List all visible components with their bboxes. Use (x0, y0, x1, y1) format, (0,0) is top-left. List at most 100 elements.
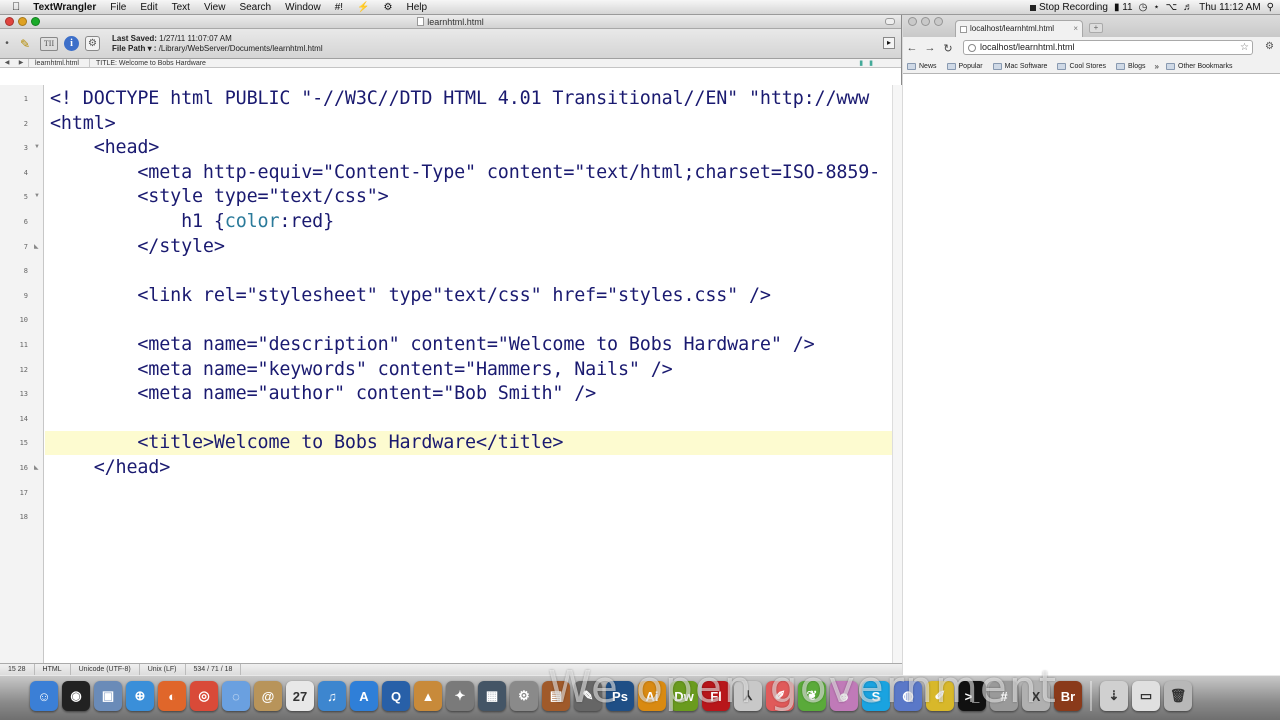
menu-gear-icon[interactable]: ⚙ (377, 0, 400, 15)
page-info-icon[interactable] (968, 44, 976, 52)
dock-dashboard-icon[interactable]: ◉ (62, 681, 90, 711)
cursor-position[interactable]: 15 28 (0, 664, 35, 675)
dock-trash-icon[interactable]: 🗑 (1164, 681, 1192, 711)
bookmarks-overflow-button[interactable]: » (1152, 62, 1162, 71)
code-line[interactable]: <link rel="stylesheet" type"text/css" hr… (50, 284, 771, 308)
wrench-menu-icon[interactable]: ⚙ (1265, 41, 1274, 52)
dock-downloads-icon[interactable]: ⇣ (1100, 681, 1128, 711)
dock-xcode-icon[interactable]: ✦ (446, 681, 474, 711)
battery-indicator[interactable]: ▮ 11 (1114, 2, 1133, 13)
new-tab-button[interactable]: + (1089, 23, 1103, 33)
fold-toggle-icon[interactable]: ◣ (34, 464, 39, 471)
zoom-button[interactable] (31, 17, 40, 26)
spotlight-icon[interactable]: ⚲ (1267, 2, 1274, 13)
menu-textwrangler[interactable]: TextWrangler (26, 0, 103, 15)
forward-arrow-icon[interactable]: → (921, 42, 939, 54)
dock-system-preferences-icon[interactable]: ⚙ (510, 681, 538, 711)
tab-close-icon[interactable]: × (1073, 21, 1078, 37)
timemachine-icon[interactable]: ◷ (1139, 2, 1148, 13)
browser-viewport[interactable] (903, 75, 1280, 675)
code-line[interactable]: <html> (50, 112, 116, 136)
minimize-button[interactable] (18, 17, 27, 26)
bookmark-news[interactable]: News (903, 62, 943, 70)
options-gear-icon[interactable]: ⚙ (85, 36, 100, 51)
counterpart-icon[interactable]: ▮ (859, 59, 863, 68)
line-number[interactable]: 8 (0, 267, 28, 275)
menu-shebang[interactable]: #! (328, 0, 350, 15)
line-endings-popup[interactable]: Unix (LF) (140, 664, 186, 675)
code-line[interactable]: <meta http-equiv="Content-Type" content=… (50, 161, 880, 185)
function-popup[interactable]: TITLE: Welcome to Bobs Hardware (88, 58, 216, 68)
stop-recording-button[interactable]: Stop Recording (1030, 2, 1108, 13)
close-button[interactable] (5, 17, 14, 26)
line-number[interactable]: 9 (0, 292, 28, 300)
code-line[interactable]: <meta name="author" content="Bob Smith" … (50, 382, 596, 406)
editor-titlebar[interactable]: learnhtml.html (0, 15, 901, 29)
reload-icon[interactable]: ↻ (939, 42, 957, 55)
back-arrow-icon[interactable]: ← (903, 42, 921, 54)
code-line[interactable]: </style> (50, 235, 225, 259)
dock-firefox-icon[interactable]: ◐ (158, 681, 186, 711)
bookmark-popular[interactable]: Popular (943, 62, 989, 70)
fold-toggle-icon[interactable]: ▼ (34, 193, 40, 199)
dock-app-store-icon[interactable]: A (350, 681, 378, 711)
file-path-menu[interactable]: File Path ▾ : (112, 44, 156, 53)
line-number[interactable]: 3 (0, 144, 28, 152)
menu-window[interactable]: Window (278, 0, 328, 15)
dock-expose-icon[interactable]: ▦ (478, 681, 506, 711)
code-line-current[interactable]: <title>Welcome to Bobs Hardware</title> (45, 431, 892, 456)
line-number[interactable]: 12 (0, 366, 28, 374)
text-options-icon[interactable]: TII (40, 36, 58, 51)
line-number[interactable]: 17 (0, 489, 28, 497)
browser-close-button[interactable] (908, 17, 917, 26)
dock-finder-icon[interactable]: ☺ (30, 681, 58, 711)
file-popup[interactable]: learnhtml.html (28, 58, 89, 68)
menu-search[interactable]: Search (232, 0, 278, 15)
dock-ichat-icon[interactable]: ◌ (222, 681, 250, 711)
menu-view[interactable]: View (197, 0, 233, 15)
line-number[interactable]: 10 (0, 316, 28, 324)
dock-bridge-icon[interactable]: Br (1054, 681, 1082, 711)
menu-scripts-icon[interactable]: ⚡ (350, 0, 376, 15)
pencil-icon[interactable]: ✎ (16, 35, 34, 53)
toolbar-toggle-button[interactable] (885, 18, 895, 25)
browser-tab[interactable]: localhost/learnhtml.html × (955, 20, 1083, 37)
code-line[interactable]: <! DOCTYPE html PUBLIC "-//W3C//DTD HTML… (50, 87, 869, 111)
nav-forward-icon[interactable]: ▶ (14, 59, 28, 68)
clock[interactable]: Thu 11:12 AM (1199, 2, 1261, 13)
nav-back-icon[interactable]: ◀ (0, 59, 14, 68)
line-number[interactable]: 6 (0, 218, 28, 226)
wifi-icon[interactable]: ⌥ (1166, 2, 1178, 13)
browser-zoom-button[interactable] (934, 17, 943, 26)
dock-chrome-icon[interactable]: ◎ (190, 681, 218, 711)
bookmark-star-icon[interactable]: ☆ (1240, 41, 1249, 54)
browser-minimize-button[interactable] (921, 17, 930, 26)
language-popup[interactable]: HTML (35, 664, 71, 675)
info-icon[interactable]: i (64, 36, 79, 51)
menu-edit[interactable]: Edit (133, 0, 164, 15)
other-bookmarks[interactable]: Other Bookmarks (1162, 62, 1238, 70)
apple-menu-icon[interactable]:  (0, 0, 26, 15)
menu-file[interactable]: File (103, 0, 133, 15)
line-number[interactable]: 5 (0, 193, 28, 201)
code-line[interactable]: <head> (50, 136, 160, 160)
code-editor[interactable]: <! DOCTYPE html PUBLIC "-//W3C//DTD HTML… (45, 85, 892, 665)
line-number[interactable]: 15 (0, 439, 28, 447)
bookmark-cool-stores[interactable]: Cool Stores (1053, 62, 1112, 70)
line-number[interactable]: 7 (0, 243, 28, 251)
include-icon[interactable]: ▮ (869, 59, 873, 68)
code-line[interactable]: <meta name="description" content="Welcom… (50, 333, 814, 357)
dock-ical-icon[interactable]: 27 (286, 681, 314, 711)
dock-documents-icon[interactable]: ▭ (1132, 681, 1160, 711)
line-number[interactable]: 16 (0, 464, 28, 472)
code-line[interactable]: <meta name="keywords" content="Hammers, … (50, 358, 672, 382)
dock-address-book-icon[interactable]: @ (254, 681, 282, 711)
bluetooth-icon[interactable]: ⋆ (1153, 2, 1159, 13)
dock-quicktime-icon[interactable]: Q (382, 681, 410, 711)
line-number[interactable]: 11 (0, 341, 28, 349)
menu-text[interactable]: Text (165, 0, 197, 15)
vertical-scrollbar[interactable] (892, 85, 902, 665)
dock-safari-icon[interactable]: ⊕ (126, 681, 154, 711)
bookmark-mac-software[interactable]: Mac Software (989, 62, 1054, 70)
bookmark-blogs[interactable]: Blogs (1112, 62, 1152, 70)
